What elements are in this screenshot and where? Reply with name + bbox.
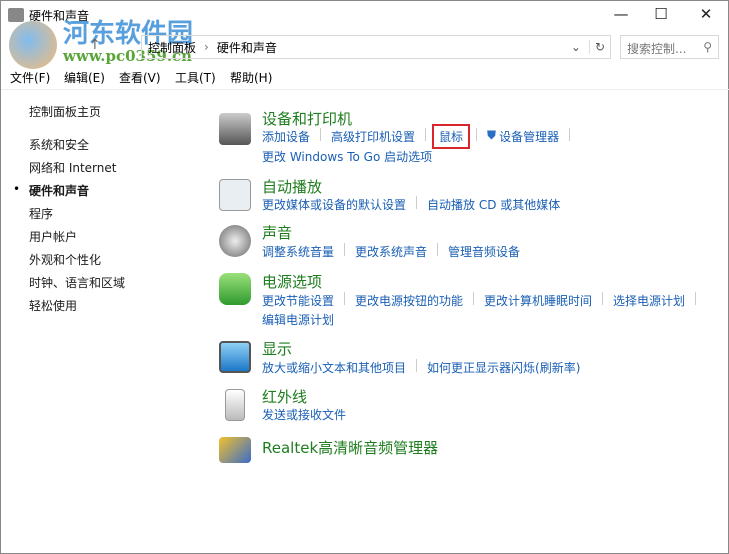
section-realtek-title[interactable]: Realtek高清晰音频管理器	[262, 437, 438, 458]
section-devices-title[interactable]: 设备和打印机	[262, 108, 352, 129]
link-media-defaults[interactable]: 更改媒体或设备的默认设置	[262, 196, 406, 213]
section-display-title[interactable]: 显示	[262, 338, 292, 359]
link-system-sounds[interactable]: 更改系统声音	[355, 243, 427, 260]
maximize-button[interactable]: ☐	[646, 5, 676, 25]
sidebar-item-clock[interactable]: 时钟、语言和区域	[29, 274, 125, 291]
minimize-button[interactable]: —	[606, 5, 636, 25]
shield-icon: ⛊	[487, 128, 497, 142]
watermark-logo-icon	[9, 21, 57, 69]
link-printer-settings[interactable]: 高级打印机设置	[331, 128, 415, 145]
printer-icon	[219, 113, 251, 145]
search-icon: ⚲	[703, 40, 712, 54]
search-placeholder: 搜索控制...	[627, 42, 687, 56]
link-mouse[interactable]: 鼠标	[432, 124, 471, 149]
link-autoplay-cd[interactable]: 自动播放 CD 或其他媒体	[427, 196, 560, 213]
monitor-icon	[219, 341, 251, 373]
breadcrumb-control-panel[interactable]: 控制面板	[148, 39, 196, 56]
section-power-title[interactable]: 电源选项	[262, 271, 322, 292]
link-edit-power-plan[interactable]: 编辑电源计划	[262, 311, 334, 328]
link-device-manager[interactable]: 设备管理器	[499, 128, 559, 145]
link-power-button[interactable]: 更改电源按钮的功能	[355, 292, 463, 309]
breadcrumb-hardware-sound[interactable]: 硬件和声音	[217, 39, 277, 56]
sidebar-item-appearance[interactable]: 外观和个性化	[29, 251, 101, 268]
refresh-icon[interactable]: ↻	[588, 40, 610, 54]
link-text-size[interactable]: 放大或缩小文本和其他项目	[262, 359, 406, 376]
battery-icon	[219, 273, 251, 305]
menu-view[interactable]: 查看(V)	[119, 69, 161, 86]
search-input[interactable]: 搜索控制... ⚲	[620, 35, 719, 59]
link-audio-devices[interactable]: 管理音频设备	[448, 243, 520, 260]
link-add-device[interactable]: 添加设备	[262, 128, 310, 145]
link-sleep-time[interactable]: 更改计算机睡眠时间	[484, 292, 592, 309]
section-infrared-title[interactable]: 红外线	[262, 386, 307, 407]
close-button[interactable]: ✕	[691, 5, 721, 25]
autoplay-icon	[219, 179, 251, 211]
up-arrow-icon[interactable]: ↑	[89, 37, 101, 53]
link-power-plan[interactable]: 选择电源计划	[613, 292, 685, 309]
menu-help[interactable]: 帮助(H)	[230, 69, 272, 86]
sidebar-item-security[interactable]: 系统和安全	[29, 136, 89, 153]
speaker-icon	[219, 225, 251, 257]
link-power-save[interactable]: 更改节能设置	[262, 292, 334, 309]
divider	[1, 89, 729, 90]
address-bar[interactable]: 控制面板 › 硬件和声音 ⌄ ↻	[141, 35, 611, 59]
devices-links: 添加设备 高级打印机设置 鼠标 ⛊ 设备管理器	[262, 124, 580, 149]
window-icon	[8, 8, 24, 22]
section-autoplay-title[interactable]: 自动播放	[262, 176, 322, 197]
sidebar-item-ease[interactable]: 轻松使用	[29, 297, 77, 314]
sidebar-item-programs[interactable]: 程序	[29, 205, 53, 222]
active-bullet: •	[13, 182, 21, 196]
link-windows-to-go[interactable]: 更改 Windows To Go 启动选项	[262, 148, 432, 165]
section-sound-title[interactable]: 声音	[262, 222, 292, 243]
infrared-icon	[225, 389, 245, 421]
chevron-right-icon: ›	[204, 40, 209, 54]
link-refresh-rate[interactable]: 如何更正显示器闪烁(刷新率)	[427, 359, 580, 376]
chevron-down-icon[interactable]: ⌄	[571, 40, 581, 54]
menu-tools[interactable]: 工具(T)	[175, 69, 216, 86]
menu-file[interactable]: 文件(F)	[10, 69, 50, 86]
menu-edit[interactable]: 编辑(E)	[64, 69, 105, 86]
link-send-receive-files[interactable]: 发送或接收文件	[262, 406, 346, 423]
sidebar-item-network[interactable]: 网络和 Internet	[29, 159, 116, 176]
sidebar-item-accounts[interactable]: 用户帐户	[29, 228, 77, 245]
link-volume[interactable]: 调整系统音量	[262, 243, 334, 260]
sidebar-home[interactable]: 控制面板主页	[29, 103, 101, 120]
sidebar-item-hardware[interactable]: 硬件和声音	[29, 182, 89, 199]
realtek-audio-icon	[219, 437, 251, 463]
